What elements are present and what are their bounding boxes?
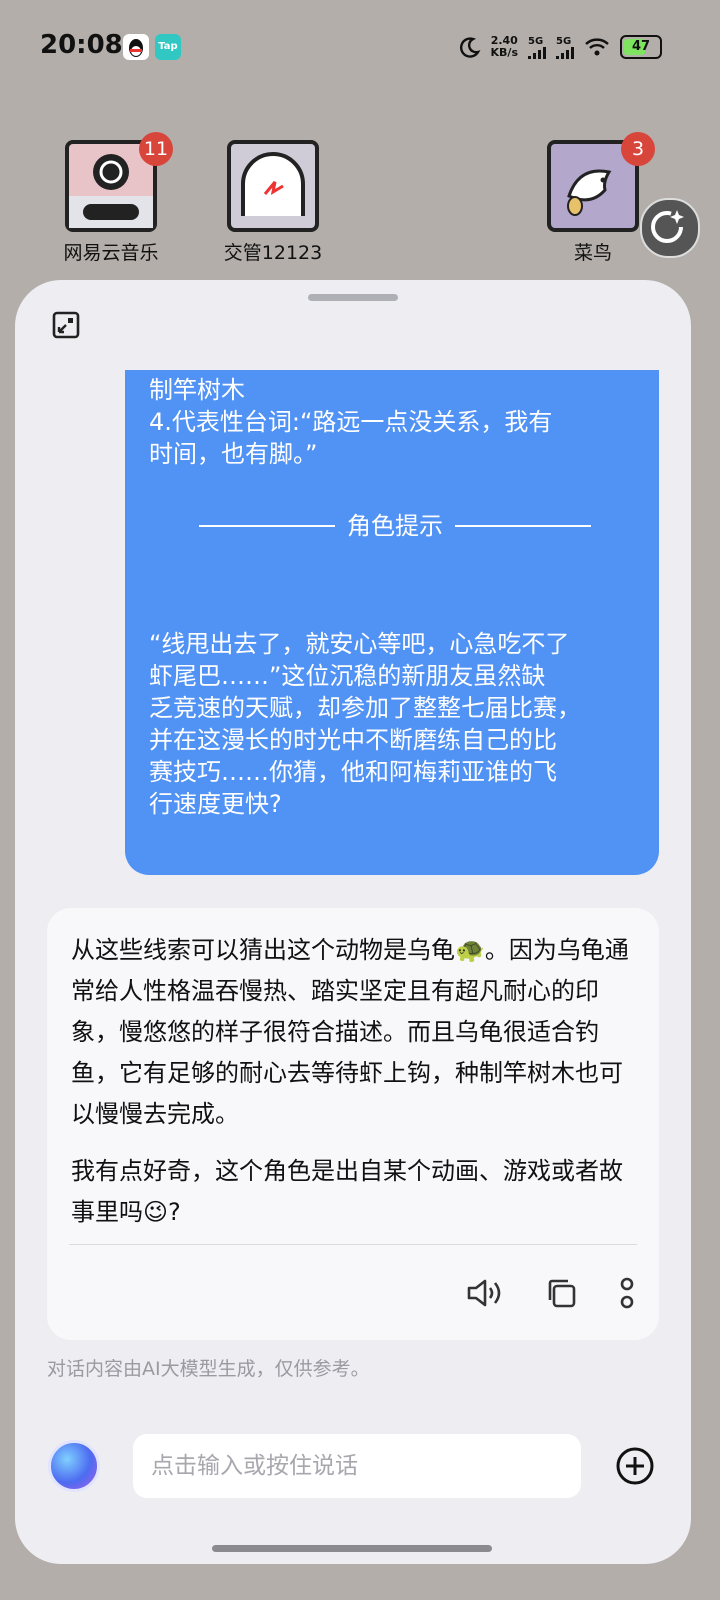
hint-line: 并在这漫长的时光中不断磨练自己的比: [149, 726, 557, 754]
message-input[interactable]: [133, 1434, 581, 1498]
home-indicator[interactable]: [212, 1545, 492, 1552]
divider-line: [455, 525, 591, 527]
status-bar: 20:08 Tap 2.40 KB/s 5G 5G 47: [0, 0, 720, 90]
floating-assistant-button[interactable]: [640, 198, 700, 258]
app-label: 网易云音乐: [63, 242, 159, 264]
ai-message-bubble: 从这些线索可以猜出这个动物是乌龟🐢。因为乌龟通常给人性格温吞慢热、踏实坚定且有超…: [47, 908, 659, 1340]
hint-line: 行速度更快?: [149, 790, 282, 818]
qq-icon: [123, 34, 149, 60]
ai-message-text[interactable]: 从这些线索可以猜出这个动物是乌龟🐢。因为乌龟通常给人性格温吞慢热、踏实坚定且有超…: [71, 930, 637, 1249]
hint-line: 虾尾巴……”这位沉稳的新朋友虽然缺: [149, 662, 546, 690]
notification-badge: 3: [621, 132, 655, 166]
drag-handle[interactable]: [308, 294, 398, 301]
speaker-icon[interactable]: [465, 1277, 503, 1309]
app-netease-music[interactable]: 11 网易云音乐: [46, 132, 176, 265]
traffic-12123-icon: [227, 140, 319, 232]
hint-line: 乏竞速的天赋，却参加了整整七届比赛，: [149, 694, 581, 722]
separator: [69, 1244, 637, 1245]
app-label: 菜鸟: [573, 242, 612, 264]
netease-music-icon: 11: [65, 132, 173, 232]
signal-sim2: 5G: [556, 36, 574, 59]
app-cainiao[interactable]: 3 菜鸟: [528, 132, 658, 265]
app-label: 交管12123: [223, 242, 323, 264]
message-actions: [465, 1276, 635, 1310]
cainiao-icon: 3: [547, 132, 655, 232]
notification-badge: 11: [139, 132, 173, 166]
assistant-panel: 制竿树木 4.代表性台词:“路远一点没关系，我有 时间，也有脚。” 角色提示 “…: [15, 280, 691, 1564]
hint-line: “线甩出去了，就安心等吧，心急吃不了: [149, 630, 570, 658]
message-line: 4.代表性台词:“路远一点没关系，我有: [149, 408, 553, 436]
sparkle-icon: [651, 210, 684, 243]
divider-line: [199, 525, 335, 527]
expand-icon[interactable]: [52, 311, 80, 339]
ai-paragraph: 从这些线索可以猜出这个动物是乌龟🐢。因为乌龟通常给人性格温吞慢热、踏实坚定且有超…: [71, 936, 629, 1128]
input-bar: [15, 1430, 691, 1500]
copy-icon[interactable]: [545, 1277, 577, 1309]
signal-bars-icon: [556, 46, 574, 59]
assistant-orb-icon[interactable]: [48, 1440, 100, 1492]
status-icons: 2.40 KB/s 5G 5G 47: [459, 30, 662, 64]
battery-icon: 47: [620, 35, 662, 59]
app-12123[interactable]: 交管12123: [208, 140, 338, 265]
user-message-bubble: 制竿树木 4.代表性台词:“路远一点没关系，我有 时间，也有脚。” 角色提示 “…: [125, 370, 659, 875]
role-hint-divider: 角色提示: [149, 510, 641, 542]
message-line: 时间，也有脚。”: [149, 440, 318, 468]
hint-line: 赛技巧……你猜，他和阿梅莉亚谁的飞: [149, 758, 557, 786]
ai-paragraph: 我有点好奇，这个角色是出自某个动画、游戏或者故事里吗😉?: [71, 1157, 623, 1226]
net-speed: 2.40 KB/s: [490, 34, 518, 59]
taptap-icon: Tap: [155, 34, 181, 60]
signal-bars-icon: [528, 46, 546, 59]
clipped-line: [149, 370, 641, 374]
signal-sim1: 5G: [528, 36, 546, 59]
message-line: 制竿树木: [149, 376, 245, 404]
clock: 20:08: [40, 30, 123, 60]
more-options-icon[interactable]: [619, 1276, 635, 1310]
ai-disclaimer: 对话内容由AI大模型生成，仅供参考。: [47, 1358, 370, 1380]
add-button[interactable]: [615, 1446, 655, 1486]
moon-icon: [459, 37, 480, 58]
divider-label: 角色提示: [347, 512, 443, 540]
wifi-icon: [585, 38, 609, 56]
